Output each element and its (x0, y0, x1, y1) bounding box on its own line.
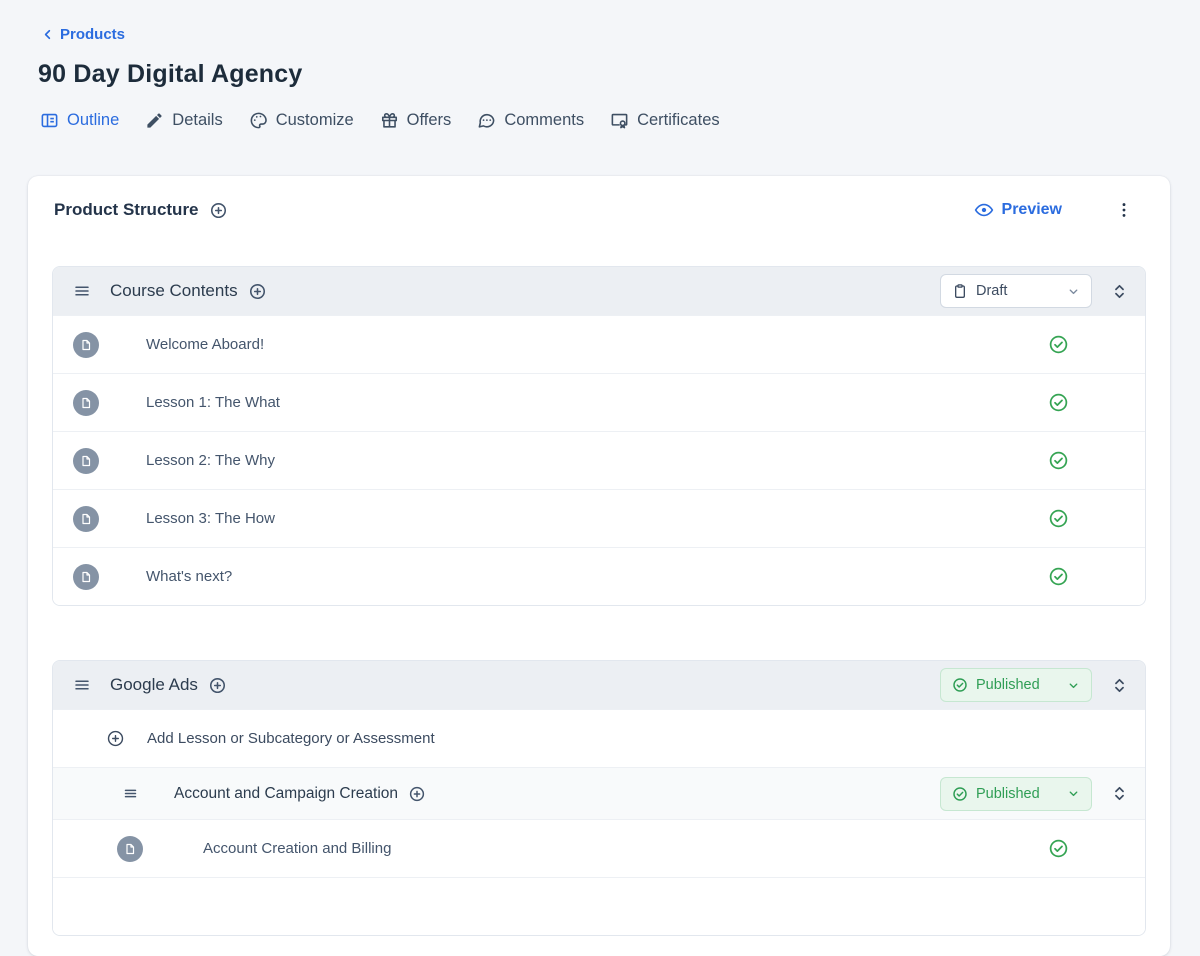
page-title: 90 Day Digital Agency (38, 60, 1160, 89)
lesson-row[interactable]: What's next? (53, 547, 1145, 605)
add-lesson-icon[interactable] (408, 785, 426, 803)
add-lesson-icon[interactable] (248, 282, 267, 301)
tab-certificates[interactable]: Certificates (610, 111, 720, 130)
preview-label: Preview (1002, 201, 1062, 219)
eye-icon (974, 200, 994, 220)
lesson-row[interactable]: Welcome Aboard! (53, 315, 1145, 373)
add-lesson-label: Add Lesson or Subcategory or Assessment (147, 730, 435, 747)
gift-icon (380, 111, 399, 130)
section-header: Google Ads Published (53, 661, 1145, 709)
tab-label: Offers (407, 111, 452, 130)
tab-outline[interactable]: Outline (40, 111, 119, 130)
section-google-ads: Google Ads Published (52, 660, 1146, 936)
status-label: Published (976, 786, 1040, 802)
status-dropdown-published[interactable]: Published (940, 668, 1092, 702)
lesson-row[interactable]: Lesson 2: The Why (53, 431, 1145, 489)
lesson-title: Account Creation and Billing (203, 840, 391, 857)
outline-icon (40, 111, 59, 130)
add-lesson-icon[interactable] (208, 676, 227, 695)
drag-handle-icon[interactable] (73, 676, 91, 694)
check-circle-icon (1048, 392, 1069, 413)
status-label: Draft (976, 283, 1007, 299)
comment-icon (477, 111, 496, 130)
reorder-section-button[interactable] (1108, 280, 1131, 303)
status-label: Published (976, 677, 1040, 693)
check-circle-icon (1048, 566, 1069, 587)
tab-label: Customize (276, 111, 354, 130)
palette-icon (249, 111, 268, 130)
lesson-row[interactable]: Lesson 1: The What (53, 373, 1145, 431)
tab-offers[interactable]: Offers (380, 111, 452, 130)
page-header: Products 90 Day Digital Agency Outline D… (0, 0, 1200, 130)
lesson-row[interactable] (53, 877, 1145, 935)
preview-button[interactable]: Preview (974, 200, 1062, 220)
chevron-down-icon (1067, 285, 1080, 298)
breadcrumb[interactable]: Products (40, 26, 125, 43)
plus-circle-icon (106, 729, 125, 748)
check-circle-icon (1048, 508, 1069, 529)
check-circle-icon (1048, 838, 1069, 859)
tab-label: Outline (67, 111, 119, 130)
check-circle-icon (1048, 450, 1069, 471)
lesson-title: Lesson 1: The What (146, 394, 280, 411)
chevron-down-icon (1067, 787, 1080, 800)
lesson-row[interactable]: Account Creation and Billing (53, 819, 1145, 877)
lesson-title: Lesson 2: The Why (146, 452, 275, 469)
tab-label: Details (172, 111, 222, 130)
document-icon (73, 390, 99, 416)
chevron-down-icon (1067, 679, 1080, 692)
document-icon (73, 332, 99, 358)
status-dropdown-draft[interactable]: Draft (940, 274, 1092, 308)
lesson-title: Lesson 3: The How (146, 510, 275, 527)
check-circle-icon (952, 677, 968, 693)
document-icon (73, 564, 99, 590)
status-dropdown-published[interactable]: Published (940, 777, 1092, 811)
check-circle-icon (1048, 334, 1069, 355)
card-title: Product Structure (54, 200, 199, 220)
section-header: Course Contents Draft (53, 267, 1145, 315)
document-icon (73, 448, 99, 474)
lesson-row[interactable]: Lesson 3: The How (53, 489, 1145, 547)
lesson-title: What's next? (146, 568, 232, 585)
pencil-icon (145, 111, 164, 130)
drag-handle-icon[interactable] (123, 786, 138, 801)
subsection-header: Account and Campaign Creation Published (53, 767, 1145, 819)
breadcrumb-label: Products (60, 26, 125, 43)
tab-details[interactable]: Details (145, 111, 222, 130)
check-circle-icon (952, 786, 968, 802)
clipboard-icon (952, 283, 968, 299)
tab-customize[interactable]: Customize (249, 111, 354, 130)
tab-label: Certificates (637, 111, 720, 130)
reorder-section-button[interactable] (1108, 782, 1131, 805)
document-icon (73, 506, 99, 532)
tab-comments[interactable]: Comments (477, 111, 584, 130)
add-category-icon[interactable] (209, 201, 228, 220)
tab-label: Comments (504, 111, 584, 130)
document-icon (117, 836, 143, 862)
overflow-menu-button[interactable] (1114, 200, 1134, 220)
section-title: Google Ads (110, 675, 198, 695)
section-title: Course Contents (110, 281, 238, 301)
subsection-title: Account and Campaign Creation (174, 785, 398, 803)
product-structure-card: Product Structure Preview Course Content… (28, 176, 1170, 956)
lesson-title: Welcome Aboard! (146, 336, 264, 353)
add-lesson-row[interactable]: Add Lesson or Subcategory or Assessment (53, 709, 1145, 767)
card-header: Product Structure Preview (52, 176, 1146, 220)
tab-bar: Outline Details Customize Offers Comment… (40, 111, 1160, 130)
reorder-section-button[interactable] (1108, 674, 1131, 697)
drag-handle-icon[interactable] (73, 282, 91, 300)
certificate-icon (610, 111, 629, 130)
chevron-left-icon (40, 27, 55, 42)
section-course-contents: Course Contents Draft (52, 266, 1146, 606)
